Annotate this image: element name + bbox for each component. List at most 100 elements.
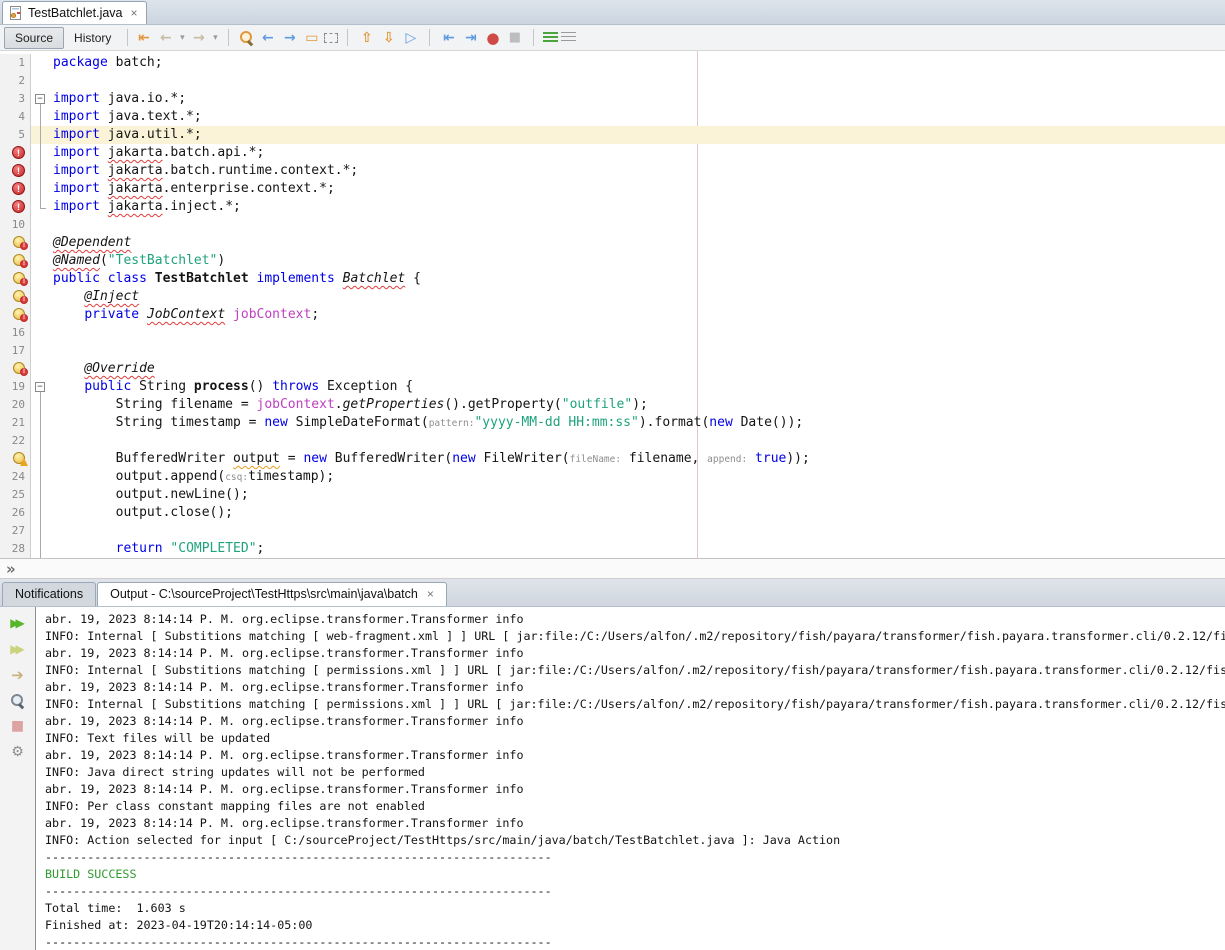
output-line[interactable]: ----------------------------------------… [45, 849, 1225, 866]
dropdown-caret-icon[interactable]: ▾ [211, 29, 219, 47]
code-line[interactable]: 10 [0, 216, 1225, 234]
hint-error-icon[interactable] [13, 290, 25, 302]
hint-warning-icon[interactable] [13, 452, 25, 464]
code-line[interactable]: @Override [0, 360, 1225, 378]
editor-gutter-cell[interactable] [0, 252, 31, 270]
output-line[interactable]: INFO: Internal [ Substitions matching [ … [45, 628, 1225, 645]
code-text[interactable]: import jakarta.batch.api.*; [53, 144, 1225, 162]
rerun-icon[interactable]: ▶▶ [8, 614, 27, 632]
output-line[interactable]: INFO: Java direct string updates will no… [45, 764, 1225, 781]
code-line[interactable]: private JobContext jobContext; [0, 306, 1225, 324]
source-button[interactable]: Source [4, 27, 64, 49]
code-text[interactable]: output.newLine(); [53, 486, 1225, 504]
output-line[interactable]: abr. 19, 2023 8:14:14 P. M. org.eclipse.… [45, 713, 1225, 730]
editor-gutter-cell[interactable]: 17 [0, 342, 31, 360]
code-text[interactable]: import jakarta.batch.runtime.context.*; [53, 162, 1225, 180]
editor-gutter-cell[interactable]: 20 [0, 396, 31, 414]
editor-gutter-cell[interactable]: 27 [0, 522, 31, 540]
code-text[interactable] [53, 342, 1225, 360]
code-line[interactable]: 25 output.newLine(); [0, 486, 1225, 504]
fold-collapse-icon[interactable] [35, 382, 45, 392]
code-text[interactable]: @Dependent [53, 234, 1225, 252]
editor-gutter-cell[interactable]: 2 [0, 72, 31, 90]
code-text[interactable] [53, 432, 1225, 450]
tab-testbatchlet-java[interactable]: TestBatchlet.java × [2, 1, 147, 24]
editor-gutter-cell[interactable]: 26 [0, 504, 31, 522]
code-line[interactable]: public class TestBatchlet implements Bat… [0, 270, 1225, 288]
hint-error-icon[interactable] [13, 236, 25, 248]
rerun-with-different-parameters-icon[interactable]: ▶▶ [8, 640, 27, 658]
next-bookmark-icon[interactable]: ⇩ [379, 29, 398, 47]
resume-icon[interactable]: ➔ [8, 666, 27, 684]
editor-gutter-cell[interactable] [0, 198, 31, 216]
stop-build-icon[interactable]: ■ [8, 717, 27, 735]
error-badge-icon[interactable] [12, 182, 25, 195]
code-text[interactable]: String timestamp = new SimpleDateFormat(… [53, 414, 1225, 432]
hint-error-icon[interactable] [13, 272, 25, 284]
find-previous-icon[interactable]: ← [258, 29, 277, 47]
code-line[interactable]: import jakarta.inject.*; [0, 198, 1225, 216]
code-text[interactable]: import java.util.*; [53, 126, 1225, 144]
last-edit-icon[interactable]: ⇤ [134, 29, 153, 47]
code-text[interactable]: public class TestBatchlet implements Bat… [53, 270, 1225, 288]
code-text[interactable]: import java.text.*; [53, 108, 1225, 126]
code-text[interactable]: package batch; [53, 54, 1225, 72]
code-line[interactable]: 17 [0, 342, 1225, 360]
search-output-icon[interactable] [9, 692, 26, 709]
editor-gutter-cell[interactable]: 5 [0, 126, 31, 144]
stop-macro-icon[interactable]: ■ [505, 29, 524, 47]
editor-gutter-cell[interactable]: 19 [0, 378, 31, 396]
output-line[interactable]: abr. 19, 2023 8:14:14 P. M. org.eclipse.… [45, 815, 1225, 832]
editor-gutter-cell[interactable]: 10 [0, 216, 31, 234]
editor-gutter-cell[interactable]: 24 [0, 468, 31, 486]
fold-collapse-icon[interactable] [35, 94, 45, 104]
output-line[interactable]: INFO: Text files will be updated [45, 730, 1225, 747]
code-line[interactable]: 16 [0, 324, 1225, 342]
code-line[interactable]: 20 String filename = jobContext.getPrope… [0, 396, 1225, 414]
code-text[interactable]: public String process() throws Exception… [53, 378, 1225, 396]
error-badge-icon[interactable] [12, 200, 25, 213]
options-icon[interactable]: ⚙ [8, 743, 27, 761]
editor-gutter-cell[interactable] [0, 360, 31, 378]
comment-icon[interactable] [543, 32, 558, 44]
editor-gutter-cell[interactable] [0, 162, 31, 180]
hint-error-icon[interactable] [13, 308, 25, 320]
code-text[interactable]: BufferedWriter output = new BufferedWrit… [53, 450, 1225, 468]
code-text[interactable]: import jakarta.enterprise.context.*; [53, 180, 1225, 198]
output-line[interactable]: abr. 19, 2023 8:14:14 P. M. org.eclipse.… [45, 611, 1225, 628]
fold-column[interactable] [31, 90, 53, 108]
code-line[interactable]: 4import java.text.*; [0, 108, 1225, 126]
expand-chevron-icon[interactable]: » [6, 560, 16, 578]
output-line[interactable]: ----------------------------------------… [45, 883, 1225, 900]
uncomment-icon[interactable] [561, 32, 576, 44]
code-line[interactable]: import jakarta.enterprise.context.*; [0, 180, 1225, 198]
hint-error-icon[interactable] [13, 254, 25, 266]
code-text[interactable]: import jakarta.inject.*; [53, 198, 1225, 216]
tab-output[interactable]: Output - C:\sourceProject\TestHttps\src\… [97, 582, 447, 606]
shift-right-icon[interactable]: ⇥ [461, 29, 480, 47]
shift-left-icon[interactable]: ⇤ [439, 29, 458, 47]
output-line[interactable]: abr. 19, 2023 8:14:14 P. M. org.eclipse.… [45, 781, 1225, 798]
editor-gutter-cell[interactable] [0, 306, 31, 324]
editor-gutter-cell[interactable] [0, 270, 31, 288]
tab-notifications[interactable]: Notifications [2, 582, 96, 606]
code-text[interactable] [53, 72, 1225, 90]
output-line[interactable]: BUILD SUCCESS [45, 866, 1225, 883]
code-text[interactable]: String filename = jobContext.getProperti… [53, 396, 1225, 414]
code-line[interactable]: 21 String timestamp = new SimpleDateForm… [0, 414, 1225, 432]
code-line[interactable]: @Inject [0, 288, 1225, 306]
code-text[interactable]: private JobContext jobContext; [53, 306, 1225, 324]
output-line[interactable]: Total time: 1.603 s [45, 900, 1225, 917]
output-tab-close-icon[interactable]: × [427, 587, 434, 601]
code-line[interactable]: BufferedWriter output = new BufferedWrit… [0, 450, 1225, 468]
code-editor[interactable]: 1package batch;23import java.io.*;4impor… [0, 51, 1225, 558]
find-next-icon[interactable]: → [280, 29, 299, 47]
find-icon[interactable] [238, 29, 255, 46]
code-text[interactable] [53, 522, 1225, 540]
jump-forward-icon[interactable]: → [189, 29, 208, 47]
editor-gutter-cell[interactable] [0, 288, 31, 306]
output-line[interactable]: abr. 19, 2023 8:14:14 P. M. org.eclipse.… [45, 747, 1225, 764]
output-line[interactable]: INFO: Action selected for input [ C:/sou… [45, 832, 1225, 849]
fold-column[interactable] [31, 378, 53, 396]
code-line[interactable]: import jakarta.batch.api.*; [0, 144, 1225, 162]
